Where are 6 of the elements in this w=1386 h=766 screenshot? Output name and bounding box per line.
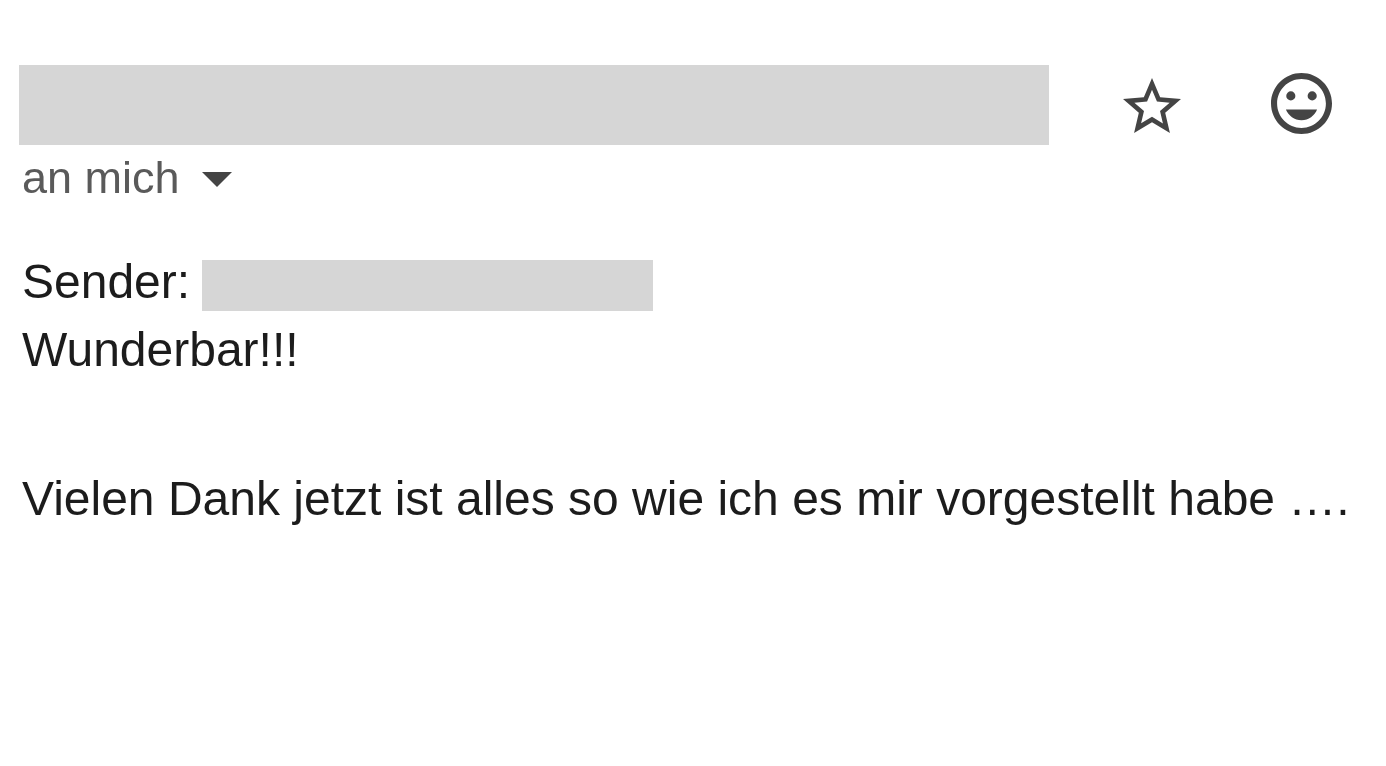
smiley-icon[interactable] <box>1271 72 1332 134</box>
sender-label: Sender: <box>22 254 191 310</box>
star-icon[interactable] <box>1123 77 1181 133</box>
message-text: Vielen Dank jetzt ist alles so wie ich es mir vorgestellt habe …. <box>22 471 1351 527</box>
greeting-text: Wunderbar!!! <box>22 322 300 378</box>
recipient-toggle[interactable]: an mich <box>22 150 232 205</box>
